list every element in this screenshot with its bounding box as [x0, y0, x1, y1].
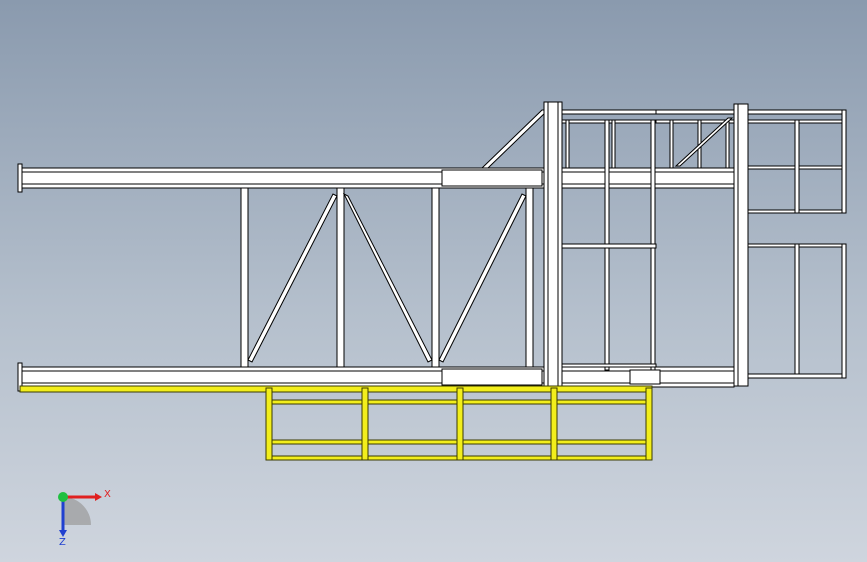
- deck-beam: [561, 167, 735, 189]
- vertical-post: [240, 187, 249, 368]
- vertical-post: [336, 187, 345, 368]
- main-column: [543, 101, 563, 388]
- vertical-post: [431, 187, 440, 368]
- diagonal-brace: [438, 193, 527, 363]
- truss-drawing: X Z: [17, 101, 847, 548]
- diagonal-brace: [480, 109, 550, 169]
- platform-guardrail: [561, 109, 735, 385]
- view-triad[interactable]: X Z: [58, 489, 111, 548]
- diagonal-brace: [342, 192, 433, 363]
- cad-viewport[interactable]: X Z: [0, 0, 867, 562]
- z-axis-label: Z: [59, 537, 66, 548]
- walkway-rail: [19, 385, 653, 461]
- right-column: [733, 103, 749, 387]
- vertical-post: [525, 187, 534, 368]
- x-axis-label: X: [104, 489, 111, 500]
- diagonal-brace: [247, 193, 338, 363]
- right-guardrail: [747, 109, 847, 379]
